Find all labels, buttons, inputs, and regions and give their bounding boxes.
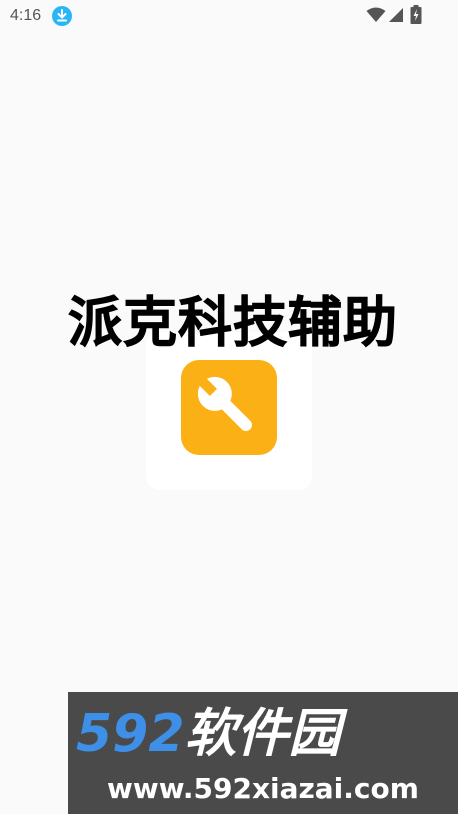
download-notification-icon — [52, 6, 72, 26]
status-bar: 4:16 — [0, 0, 458, 32]
wifi-icon — [366, 7, 386, 22]
status-time: 4:16 — [10, 7, 42, 24]
watermark-brand: 592软件园 — [76, 700, 456, 768]
battery-charging-icon — [410, 5, 422, 24]
wrench-icon — [181, 360, 277, 455]
watermark-url: www.592xiazai.com — [107, 772, 419, 805]
cellular-signal-icon — [389, 8, 403, 22]
watermark-banner: 592软件园 www.592xiazai.com — [68, 692, 458, 814]
app-name-title: 派克科技辅助 — [68, 291, 398, 355]
watermark-brand-number: 592 — [76, 704, 185, 764]
watermark-brand-text: 软件园 — [184, 704, 341, 764]
